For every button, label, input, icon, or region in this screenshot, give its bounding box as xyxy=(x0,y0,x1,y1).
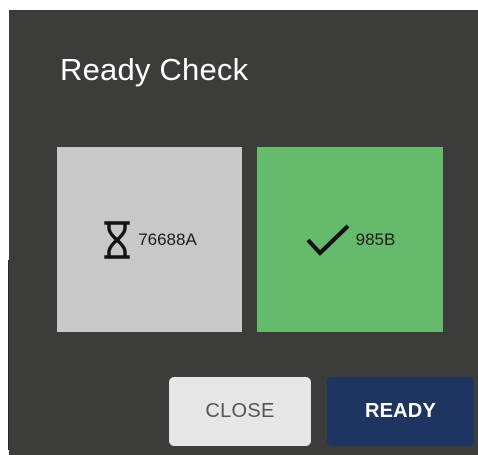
ready-button[interactable]: READY xyxy=(327,377,474,446)
ready-check-dialog: Ready Check 76688A 985B CLOSE READY xyxy=(9,10,478,455)
participant-id: 985B xyxy=(355,229,396,249)
page: Ready Check 76688A 985B CLOSE READY xyxy=(0,0,478,455)
checkmark-icon xyxy=(305,223,351,257)
participant-card-ready: 985B xyxy=(257,147,443,332)
close-button[interactable]: CLOSE xyxy=(169,377,311,446)
participant-id: 76688A xyxy=(138,229,197,249)
hourglass-icon xyxy=(102,220,132,260)
participant-card-pending: 76688A xyxy=(57,147,242,332)
dialog-title: Ready Check xyxy=(60,52,249,87)
